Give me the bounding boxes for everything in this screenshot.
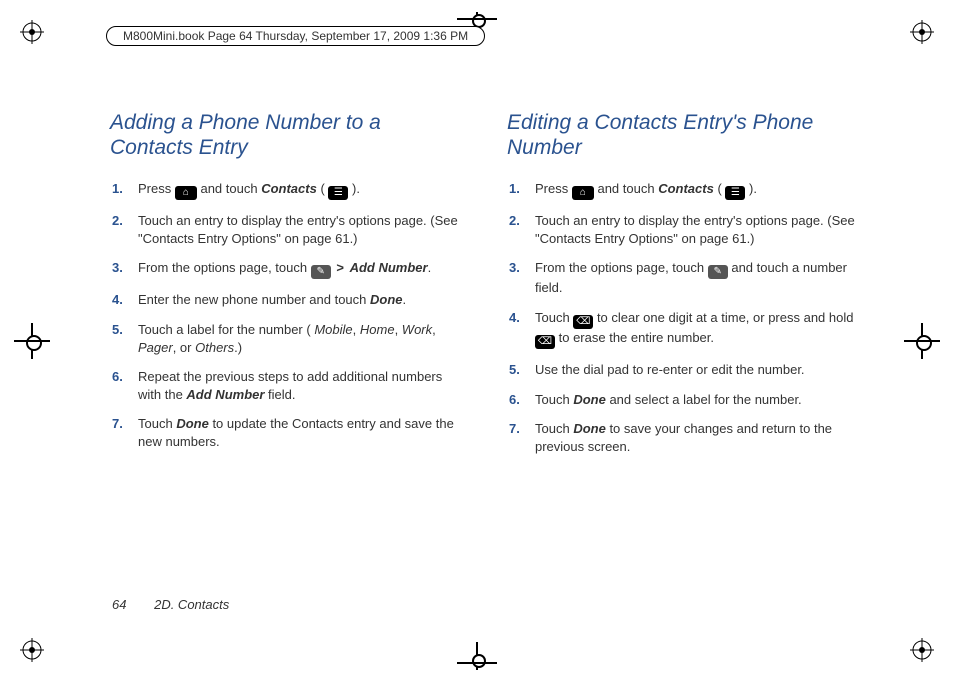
step-4: Touch ⌫ to clear one digit at a time, or… [529,309,864,349]
step-5: Touch a label for the number ( Mobile, H… [132,321,467,356]
step-7: Touch Done to update the Contacts entry … [132,415,467,450]
crop-mark-bottom-left-icon [20,638,44,662]
right-column: Editing a Contacts Entry's Phone Number … [507,110,864,602]
step-2: Touch an entry to display the entry's op… [132,212,467,247]
step-1: Press ⌂ and touch Contacts ( ☰ ). [529,180,864,200]
edit-pencil-icon: ✎ [708,265,728,279]
registration-mark-right-icon [904,323,940,359]
contacts-icon: ☰ [328,186,348,200]
step-2: Touch an entry to display the entry's op… [529,212,864,247]
step-3: From the options page, touch ✎ and touch… [529,259,864,297]
step-6: Touch Done and select a label for the nu… [529,391,864,409]
step-5: Use the dial pad to re-enter or edit the… [529,361,864,379]
step-1: Press ⌂ and touch Contacts ( ☰ ). [132,180,467,200]
crop-mark-bottom-right-icon [910,638,934,662]
document-header: M800Mini.book Page 64 Thursday, Septembe… [106,26,485,46]
page-footer: 64 2D. Contacts [112,597,229,612]
crop-mark-top-left-icon [20,20,44,44]
step-3: From the options page, touch ✎ > Add Num… [132,259,467,279]
edit-pencil-icon: ✎ [311,265,331,279]
crop-mark-top-right-icon [910,20,934,44]
home-key-icon: ⌂ [175,186,197,200]
section-label: 2D. Contacts [154,597,229,612]
section-heading-edit-number: Editing a Contacts Entry's Phone Number [507,110,864,160]
step-7: Touch Done to save your changes and retu… [529,420,864,455]
chevron-right-icon: > [334,260,346,275]
left-column: Adding a Phone Number to a Contacts Entr… [110,110,467,602]
backspace-icon: ⌫ [573,315,593,329]
section-heading-add-number: Adding a Phone Number to a Contacts Entr… [110,110,467,160]
backspace-icon: ⌫ [535,335,555,349]
registration-mark-bottom-icon [457,642,497,670]
step-4: Enter the new phone number and touch Don… [132,291,467,309]
registration-mark-left-icon [14,323,50,359]
home-key-icon: ⌂ [572,186,594,200]
page-number: 64 [112,597,126,612]
contacts-icon: ☰ [725,186,745,200]
step-6: Repeat the previous steps to add additio… [132,368,467,403]
